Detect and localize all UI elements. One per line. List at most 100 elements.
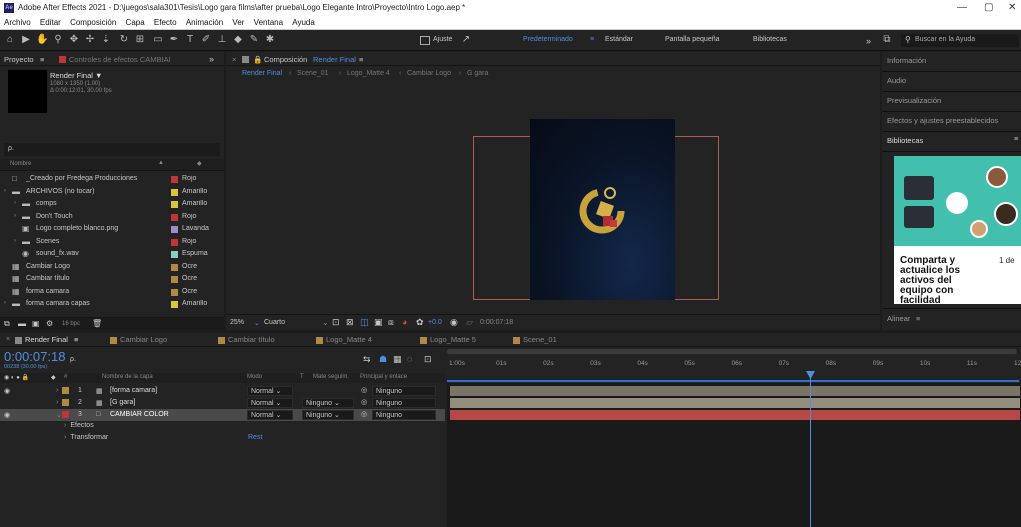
timeline-tab[interactable]: Cambiar título bbox=[218, 335, 275, 344]
menu-ventana[interactable]: Ventana bbox=[250, 16, 286, 27]
pick-whip-icon[interactable]: ◎ bbox=[361, 386, 367, 394]
grid-guides-icon[interactable]: ▣ bbox=[374, 317, 383, 328]
project-search-input[interactable]: ρ. bbox=[8, 145, 14, 152]
project-item[interactable]: › ▬ Scenes Rojo bbox=[0, 236, 224, 248]
panel-menu-icon[interactable]: ≡ bbox=[1014, 136, 1018, 143]
project-item[interactable]: ◉ sound_fx.wav Espuma bbox=[0, 248, 224, 260]
project-item[interactable]: ▦ Cambiar título Ocre bbox=[0, 273, 224, 285]
zoom-scrollbar[interactable] bbox=[447, 349, 1019, 354]
label-swatch[interactable] bbox=[171, 176, 178, 183]
new-folder-icon[interactable]: ▬ bbox=[18, 319, 26, 328]
expand-arrow-icon[interactable]: › bbox=[14, 238, 16, 244]
playhead-line[interactable] bbox=[810, 373, 811, 527]
lock-icon[interactable]: 🔒 bbox=[253, 55, 262, 64]
label-swatch[interactable] bbox=[171, 251, 178, 258]
expand-arrow-icon[interactable]: › bbox=[64, 422, 66, 429]
new-comp-icon[interactable]: ▣ bbox=[32, 319, 40, 328]
panel-informacion[interactable]: Información bbox=[882, 52, 1021, 72]
menu-capa[interactable]: Capa bbox=[122, 16, 148, 27]
layer-name[interactable]: [forma camara] bbox=[110, 387, 157, 394]
region-of-interest-icon[interactable]: ⊡ bbox=[332, 317, 340, 328]
pick-whip-icon[interactable]: ◎ bbox=[361, 398, 367, 406]
bit-depth[interactable]: 16 bpc bbox=[62, 321, 80, 327]
expand-arrow-icon[interactable]: › bbox=[4, 300, 6, 306]
chevron-down-icon[interactable]: ⌄ bbox=[322, 318, 329, 327]
track-matte-dropdown[interactable]: Ninguno ⌄ bbox=[302, 410, 354, 420]
label-column-icon[interactable]: ◆ bbox=[197, 160, 202, 167]
motion-blur-icon[interactable]: ◌ bbox=[407, 354, 412, 364]
project-item[interactable]: ▦ forma camara Ocre bbox=[0, 286, 224, 298]
color-management-icon[interactable]: ◕ bbox=[402, 317, 407, 327]
layer-row[interactable]: ◉ ⌄ 3 □ CAMBIAR COLOR Normal ⌄ Ninguno ⌄ ◎ Ningu… bbox=[0, 409, 445, 421]
comp-viewer-frame[interactable] bbox=[530, 119, 675, 300]
help-search-input[interactable]: Buscar en la Ayuda bbox=[915, 36, 975, 43]
tab-proyecto[interactable]: Proyecto bbox=[4, 55, 34, 64]
show-snapshot-icon[interactable]: ▱ bbox=[466, 317, 473, 328]
help-search-box[interactable]: ⚲ Buscar en la Ayuda bbox=[901, 34, 1019, 47]
layer-name[interactable]: [G gara] bbox=[110, 399, 135, 406]
current-timecode[interactable]: 0:00:07:18 bbox=[4, 349, 65, 364]
panel-bibliotecas[interactable]: Bibliotecas bbox=[882, 132, 1021, 152]
layer-property-group[interactable]: › Transformar bbox=[64, 434, 108, 441]
panel-menu-icon[interactable]: ≡ bbox=[916, 314, 920, 323]
workspace-bibliotecas[interactable]: Bibliotecas bbox=[753, 36, 787, 43]
exposure-reset-icon[interactable]: ✿ bbox=[416, 317, 424, 328]
label-swatch[interactable] bbox=[171, 276, 178, 283]
layer-property-group[interactable]: › Efectos bbox=[64, 422, 94, 429]
exposure-value[interactable]: +0.0 bbox=[428, 319, 442, 326]
tab-comp-name[interactable]: Render Final bbox=[313, 55, 356, 64]
zoom-tool-icon[interactable]: ⚲ bbox=[52, 34, 64, 46]
clone-stamp-icon[interactable]: ⊥ bbox=[216, 34, 228, 46]
panel-previsualizacion[interactable]: Previsualización bbox=[882, 92, 1021, 112]
layer-bar-cambiar-color[interactable] bbox=[450, 410, 1020, 420]
eye-icon[interactable]: ◉ bbox=[4, 387, 10, 395]
dolly-camera-icon[interactable]: ⇣ bbox=[100, 34, 112, 46]
channel-icon[interactable]: ⧈ bbox=[388, 317, 394, 328]
breadcrumb-logo-matte-4[interactable]: Logo_Matte 4 bbox=[347, 70, 390, 77]
home-icon[interactable]: ⌂ bbox=[4, 34, 16, 46]
menu-composicion[interactable]: Composición bbox=[66, 16, 119, 27]
pick-whip-icon[interactable]: ◎ bbox=[361, 410, 367, 418]
close-tab-icon[interactable]: × bbox=[6, 336, 10, 343]
roto-brush-icon[interactable]: ✎ bbox=[248, 34, 260, 46]
column-parent[interactable]: Principal y enlace bbox=[360, 374, 407, 380]
menu-archivo[interactable]: Archivo bbox=[0, 16, 34, 27]
panel-menu-icon[interactable]: ≡ bbox=[74, 335, 78, 344]
graph-editor-icon[interactable]: ⊡ bbox=[424, 354, 432, 365]
expand-arrow-icon[interactable]: › bbox=[56, 399, 58, 406]
layer-row[interactable]: ◉ › 1 ▦ [forma camara] Normal ⌄ ◎ Ninguno bbox=[0, 385, 445, 397]
selection-tool-icon[interactable]: ▶ bbox=[20, 34, 32, 46]
snap-icon[interactable]: ↗ bbox=[460, 34, 472, 46]
breadcrumb-g-gara[interactable]: G gara bbox=[467, 70, 488, 77]
parent-dropdown[interactable]: Ninguno bbox=[372, 410, 436, 420]
project-item-name[interactable]: Render Final ▼ bbox=[50, 71, 102, 80]
expand-arrow-icon[interactable]: › bbox=[14, 213, 16, 219]
zoom-dropdown[interactable]: 25% bbox=[230, 319, 244, 326]
project-item[interactable]: › ▬ comps Amarillo bbox=[0, 198, 224, 210]
menu-ver[interactable]: Ver bbox=[228, 16, 247, 27]
parent-dropdown[interactable]: Ninguno bbox=[372, 398, 436, 408]
blend-mode-dropdown[interactable]: Normal ⌄ bbox=[247, 398, 293, 408]
expand-arrow-icon[interactable]: › bbox=[14, 200, 16, 206]
frame-blending-icon[interactable]: ▦ bbox=[393, 354, 402, 365]
layer-bar-forma-camara[interactable] bbox=[450, 386, 1020, 396]
timeline-tab[interactable]: Scene_01 bbox=[513, 335, 557, 344]
text-tool-icon[interactable]: T bbox=[184, 34, 196, 46]
snapping-checkbox[interactable] bbox=[420, 36, 430, 45]
comp-timecode[interactable]: 0:00:07:18 bbox=[480, 319, 513, 326]
label-swatch[interactable] bbox=[171, 301, 178, 308]
rotation-tool-icon[interactable]: ↻ bbox=[118, 34, 130, 46]
delete-icon[interactable]: 🗑 bbox=[92, 319, 102, 328]
breadcrumb-cambiar-logo[interactable]: Cambiar Logo bbox=[407, 70, 451, 77]
timeline-tab[interactable]: Render Final ≡ bbox=[15, 335, 78, 344]
minimize-button[interactable]: — bbox=[957, 2, 967, 13]
project-item[interactable]: □ _Creado por Fredega Producciones Rojo bbox=[0, 173, 224, 185]
workspace-estandar[interactable]: Estándar bbox=[605, 36, 633, 43]
timeline-tab[interactable]: Logo_Matte 5 bbox=[420, 335, 476, 344]
menu-ayuda[interactable]: Ayuda bbox=[288, 16, 318, 27]
tab-controles-efectos[interactable]: Controles de efectos CAMBIAI bbox=[69, 55, 171, 64]
more-workspaces[interactable]: » bbox=[866, 36, 871, 46]
resolution-dropdown[interactable]: Cuarto bbox=[264, 319, 285, 326]
timeline-tab[interactable]: Logo_Matte 4 bbox=[316, 335, 372, 344]
eraser-tool-icon[interactable]: ◆ bbox=[232, 34, 244, 46]
